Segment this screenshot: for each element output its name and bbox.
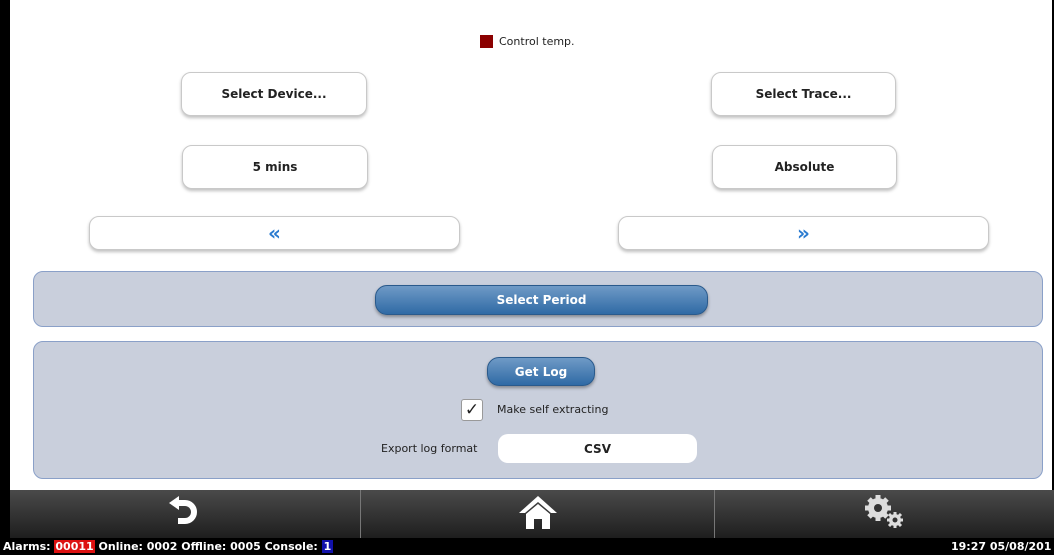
trace-legend: Control temp.: [480, 33, 575, 49]
screen-frame-left: [0, 0, 10, 490]
next-button[interactable]: »: [618, 216, 989, 250]
status-bar: Alarms: 00011 Online: 0002 Offline: 0005…: [0, 538, 1054, 555]
console-label: Console:: [264, 540, 318, 553]
previous-button[interactable]: «: [89, 216, 460, 250]
export-format-select[interactable]: CSV: [498, 434, 697, 463]
main-screen: Control temp. Select Device... Select Tr…: [0, 0, 1054, 490]
alarms-label: Alarms:: [3, 540, 51, 553]
mode-button[interactable]: Absolute: [712, 145, 897, 189]
legend-label: Control temp.: [499, 34, 575, 48]
console-number: 1: [321, 540, 334, 553]
duration-button[interactable]: 5 mins: [182, 145, 368, 189]
offline-count: Offline: 0005: [181, 540, 261, 553]
status-summary: Alarms: 00011 Online: 0002 Offline: 0005…: [3, 540, 334, 553]
home-icon: [517, 494, 559, 534]
settings-button[interactable]: [715, 490, 1054, 538]
home-button[interactable]: [361, 490, 714, 538]
log-panel: Get Log ✓ Make self extracting Export lo…: [33, 341, 1043, 479]
bottom-nav-bar: [10, 490, 1054, 538]
double-chevron-left-icon: «: [268, 221, 281, 245]
online-count: Online: 0002: [98, 540, 178, 553]
select-device-button[interactable]: Select Device...: [181, 72, 367, 116]
double-chevron-right-icon: »: [797, 221, 810, 245]
select-trace-button[interactable]: Select Trace...: [711, 72, 896, 116]
legend-swatch: [480, 34, 493, 48]
self-extract-label: Make self extracting: [497, 403, 609, 416]
get-log-button[interactable]: Get Log: [487, 357, 595, 386]
select-period-button[interactable]: Select Period: [375, 285, 708, 315]
datetime: 19:27 05/08/201: [951, 540, 1052, 553]
alarms-count: 00011: [54, 540, 95, 553]
gear-icon: [863, 494, 907, 534]
period-panel: Select Period: [33, 271, 1043, 327]
export-format-label: Export log format: [381, 442, 478, 455]
back-icon: [166, 495, 204, 533]
self-extract-checkbox[interactable]: ✓: [461, 399, 483, 421]
check-icon: ✓: [464, 400, 480, 420]
back-button[interactable]: [10, 490, 360, 538]
